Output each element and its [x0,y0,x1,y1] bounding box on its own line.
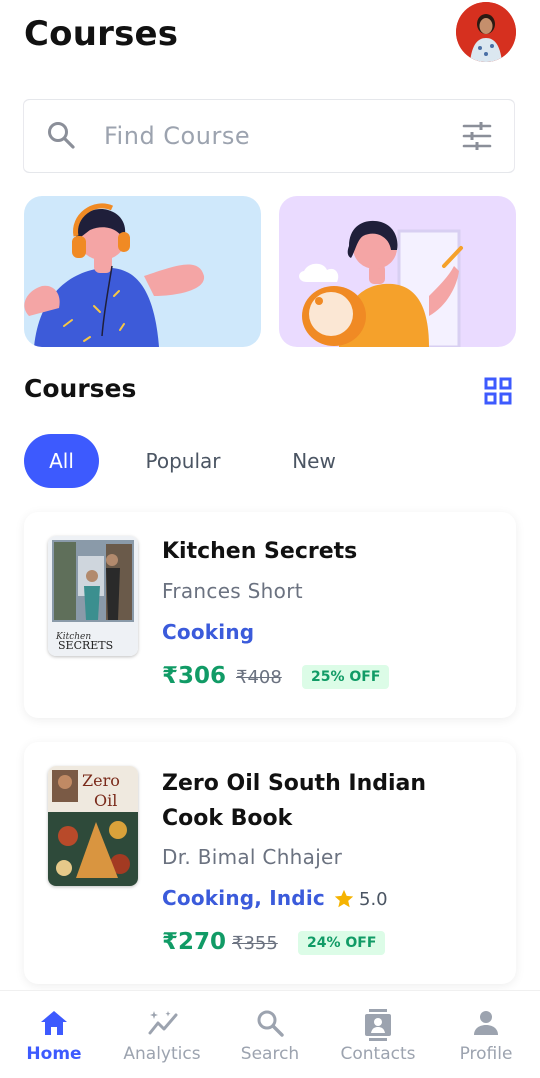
tab-new[interactable]: New [278,434,350,488]
star-icon [333,888,355,914]
filter-icon[interactable] [462,122,492,154]
discount-badge: 25% OFF [302,665,390,689]
course-card[interactable]: Kitchen SECRETS Kitchen Secrets Frances … [24,512,516,718]
course-title: Kitchen Secrets [162,539,358,564]
bottom-navigation: Home Analytics Search Contacts Profile [0,990,540,1078]
nav-label: Contacts [340,1044,416,1064]
course-category[interactable]: Cooking, Indic [162,886,325,910]
contacts-icon [364,1009,392,1045]
course-cover-image: Kitchen SECRETS [48,536,138,656]
analytics-icon [148,1009,178,1041]
course-price: ₹270 [162,929,227,955]
banner-illustration-painting [299,220,463,347]
profile-icon [472,1009,500,1041]
nav-label: Analytics [123,1044,201,1064]
course-original-price: ₹408 [236,667,282,688]
course-price: ₹306 [162,663,227,689]
course-author: Frances Short [162,579,303,603]
nav-profile[interactable]: Profile [432,991,540,1078]
course-category[interactable]: Cooking [162,620,254,644]
promo-banner-art[interactable] [279,196,516,347]
avatar[interactable] [456,2,516,62]
nav-search[interactable]: Search [216,991,324,1078]
course-title: Zero Oil South Indian Cook Book [162,771,427,831]
course-original-price: ₹355 [232,933,278,954]
course-card[interactable]: Zero Oil Zero Oil South Indian Cook Book… [24,742,516,984]
nav-label: Profile [459,1044,513,1064]
tab-popular[interactable]: Popular [128,434,238,488]
home-icon [40,1009,68,1041]
nav-home[interactable]: Home [0,991,108,1078]
nav-analytics[interactable]: Analytics [108,991,216,1078]
nav-label: Home [26,1044,82,1064]
course-author: Dr. Bimal Chhajer [162,845,343,869]
discount-badge: 24% OFF [298,931,386,955]
search-icon [256,1009,284,1041]
course-cover-image: Zero Oil [48,766,138,886]
banner-illustration-listening [24,203,205,347]
svg-text:Zero: Zero [82,771,120,790]
svg-text:Oil: Oil [94,791,117,810]
search-input[interactable]: Find Course [104,122,250,150]
promo-banner-music[interactable] [24,196,261,347]
svg-text:SECRETS: SECRETS [58,639,113,652]
search-bar[interactable]: Find Course [24,99,514,173]
nav-contacts[interactable]: Contacts [324,991,432,1078]
tab-all[interactable]: All [24,434,99,488]
header: Courses [24,2,516,64]
course-rating: 5.0 [359,889,388,910]
search-icon [46,120,76,154]
nav-label: Search [240,1044,300,1064]
grid-view-icon[interactable] [484,377,512,409]
page-title: Courses [24,14,179,54]
section-title: Courses [24,374,137,403]
